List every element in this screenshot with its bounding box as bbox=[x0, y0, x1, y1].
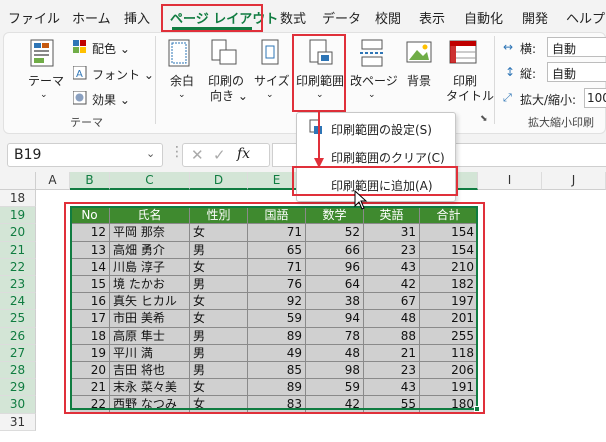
annotation-arrow bbox=[314, 112, 324, 168]
mouse-cursor-icon bbox=[354, 190, 368, 210]
